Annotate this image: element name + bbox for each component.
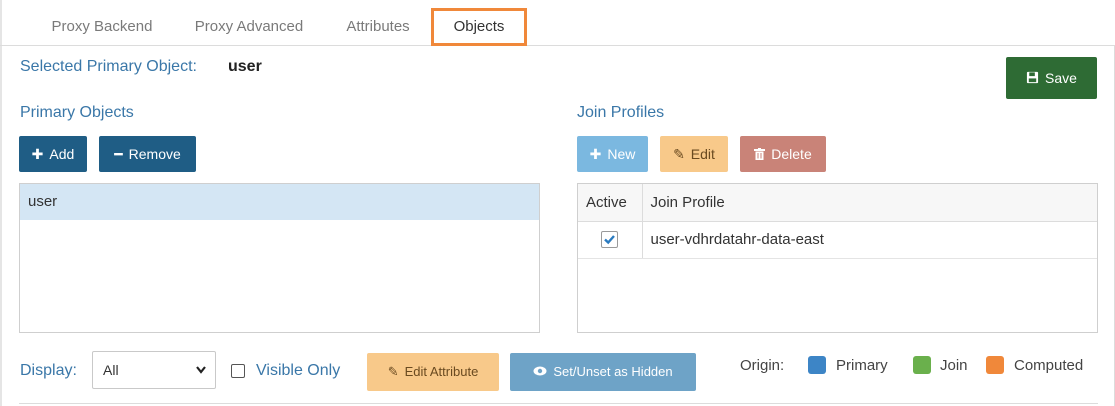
remove-button[interactable]: ━ Remove <box>99 136 196 172</box>
legend-swatch-join <box>913 356 931 374</box>
minus-icon: ━ <box>114 146 123 162</box>
pencil-icon: ✎ <box>673 146 685 162</box>
plus-icon: ✚ <box>589 146 602 162</box>
add-button[interactable]: ✚ Add <box>19 136 87 172</box>
visible-only-label[interactable]: Visible Only <box>256 362 340 380</box>
trash-icon <box>754 136 766 172</box>
left-edge <box>0 0 2 406</box>
legend-swatch-computed <box>986 356 1004 374</box>
edit-button-label: Edit <box>690 146 715 162</box>
divider <box>19 403 1098 404</box>
tab-proxy-advanced[interactable]: Proxy Advanced <box>175 8 323 46</box>
primary-objects-list: user <box>19 183 540 333</box>
legend-label-join: Join <box>940 357 968 374</box>
new-button-label: New <box>607 146 636 162</box>
tab-bar: Proxy Backend Proxy Advanced Attributes … <box>0 0 1115 46</box>
display-label: Display: <box>20 362 77 379</box>
join-profiles-table: Active Join Profile user-vdhrdatahr-data… <box>577 183 1098 333</box>
display-select-value: All <box>103 362 119 378</box>
join-profile-name: user-vdhrdatahr-data-east <box>642 221 1097 259</box>
legend-label-primary: Primary <box>836 357 888 374</box>
tab-objects[interactable]: Objects <box>431 8 527 46</box>
join-profiles-title: Join Profiles <box>577 104 665 121</box>
column-header-active[interactable]: Active <box>578 184 643 222</box>
edit-attribute-label: Edit Attribute <box>404 364 479 379</box>
list-item-user[interactable]: user <box>20 184 539 220</box>
edit-attribute-button[interactable]: ✎ Edit Attribute <box>367 353 499 391</box>
column-header-join-profile[interactable]: Join Profile <box>642 184 1097 222</box>
floppy-disk-icon <box>1026 57 1039 99</box>
plus-icon: ✚ <box>31 146 44 162</box>
chevron-down-icon <box>195 352 207 402</box>
active-checkbox[interactable] <box>601 231 619 249</box>
delete-join-profile-button[interactable]: Delete <box>740 136 826 172</box>
table-row[interactable]: user-vdhrdatahr-data-east <box>578 221 1097 259</box>
eye-icon <box>533 353 547 391</box>
remove-button-label: Remove <box>128 146 181 162</box>
selected-object-label: Selected Primary Object: <box>20 58 197 75</box>
legend-swatch-primary <box>808 356 826 374</box>
edit-join-profile-button[interactable]: ✎ Edit <box>660 136 728 172</box>
primary-objects-title: Primary Objects <box>20 104 134 121</box>
save-button[interactable]: Save <box>1006 57 1097 99</box>
save-button-label: Save <box>1045 70 1077 86</box>
set-unset-hidden-button[interactable]: Set/Unset as Hidden <box>510 353 696 391</box>
new-join-profile-button[interactable]: ✚ New <box>577 136 648 172</box>
legend-label-computed: Computed <box>1014 357 1084 374</box>
active-cell <box>578 221 643 259</box>
add-button-label: Add <box>49 146 75 162</box>
selected-object-value: user <box>228 58 262 75</box>
origin-label: Origin: <box>740 357 785 374</box>
tab-attributes[interactable]: Attributes <box>326 8 430 46</box>
visible-only-checkbox[interactable] <box>231 364 245 378</box>
delete-button-label: Delete <box>771 146 812 162</box>
display-select[interactable]: All <box>92 351 216 389</box>
pencil-icon: ✎ <box>387 364 399 379</box>
set-unset-hidden-label: Set/Unset as Hidden <box>553 364 673 379</box>
tab-proxy-backend[interactable]: Proxy Backend <box>32 8 172 46</box>
